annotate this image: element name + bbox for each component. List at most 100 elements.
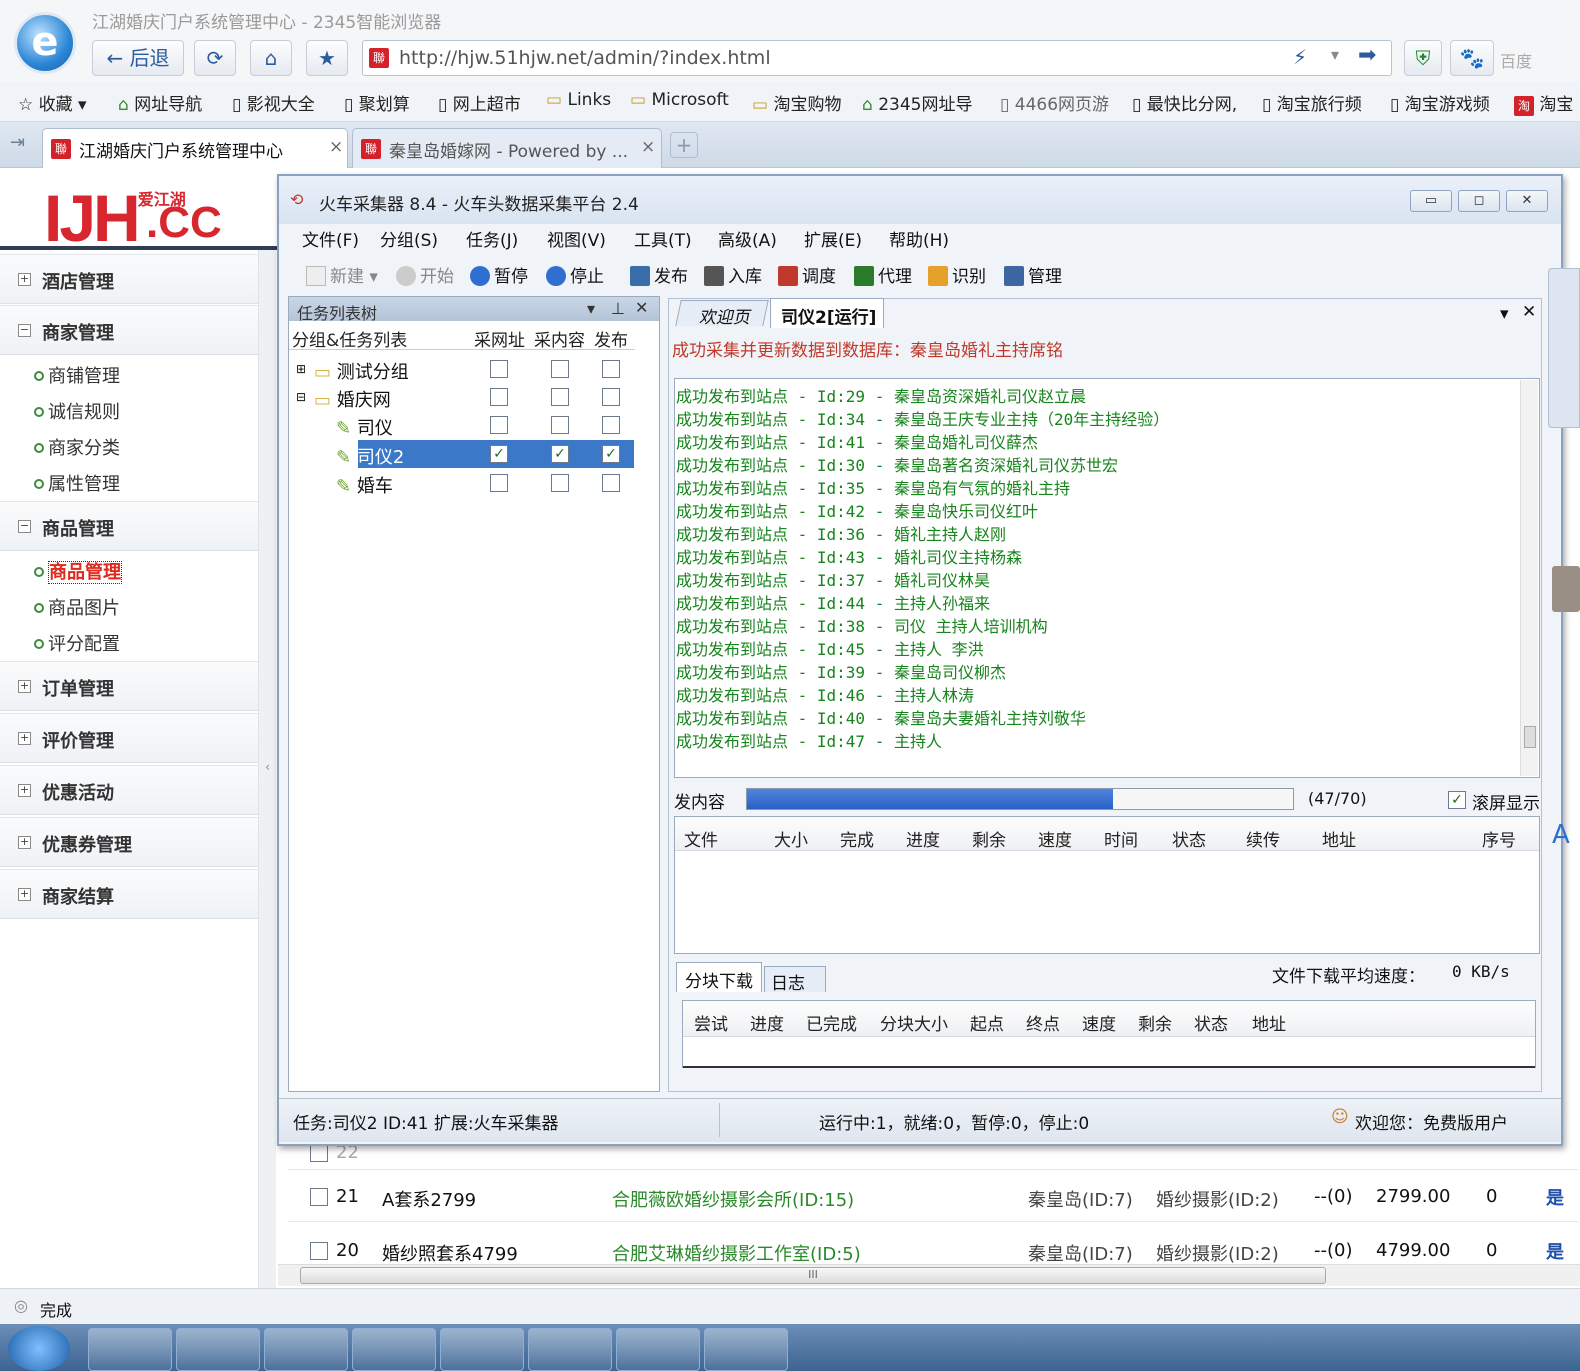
menu-reviews[interactable]: + 评价管理 bbox=[0, 713, 262, 763]
menu-task[interactable]: 任务(J) bbox=[466, 226, 518, 251]
favorites-item[interactable]: ▯ 淘宝旅行频 bbox=[1262, 90, 1362, 115]
taskbar-ie[interactable] bbox=[352, 1328, 436, 1371]
expand-icon[interactable]: ⊞ bbox=[296, 362, 306, 376]
scroll-display-checkbox[interactable]: ✓ bbox=[1448, 791, 1466, 809]
taskbar-media[interactable] bbox=[264, 1328, 348, 1371]
tab-welcome[interactable]: 欢迎页 bbox=[675, 300, 769, 328]
taskbar-photo[interactable] bbox=[704, 1328, 788, 1371]
browser-tab-active[interactable]: 聯 江湖婚庆门户系统管理中心 × bbox=[42, 128, 348, 168]
col-remaining[interactable]: 剩余 bbox=[972, 826, 1006, 851]
checkbox-url[interactable] bbox=[490, 360, 508, 378]
pin-icon[interactable]: ⊥ bbox=[611, 299, 625, 318]
favorites-item[interactable]: ▯ 4466网页游 bbox=[1000, 90, 1109, 115]
favorites-item[interactable]: ▯ 网上超市 bbox=[438, 90, 521, 115]
manage-button[interactable]: 管理 bbox=[1004, 262, 1062, 287]
menu-extend[interactable]: 扩展(E) bbox=[804, 226, 862, 251]
favorites-item[interactable]: ▯ 最快比分网, bbox=[1132, 90, 1237, 115]
row-checkbox[interactable] bbox=[310, 1144, 328, 1162]
close-icon[interactable]: ✕ bbox=[635, 298, 648, 317]
tree-col-url[interactable]: 采网址 bbox=[474, 326, 525, 351]
col-chunk-size[interactable]: 分块大小 bbox=[880, 1010, 948, 1035]
side-avatar[interactable] bbox=[1552, 566, 1580, 612]
checkbox-content[interactable]: ✓ bbox=[551, 445, 569, 463]
collapse-icon[interactable]: ⊟ bbox=[296, 390, 306, 404]
tab-log[interactable]: 日志 bbox=[764, 966, 826, 994]
col-progress[interactable]: 进度 bbox=[750, 1010, 784, 1035]
taskbar-win[interactable] bbox=[528, 1328, 612, 1371]
row-flag[interactable]: 是 bbox=[1546, 1238, 1564, 1264]
col-done[interactable]: 完成 bbox=[840, 826, 874, 851]
tree-col-publish[interactable]: 发布 bbox=[594, 326, 628, 351]
close-icon[interactable]: × bbox=[329, 137, 343, 157]
import-button[interactable]: 入库 bbox=[704, 262, 762, 287]
checkbox-publish[interactable] bbox=[602, 360, 620, 378]
home-icon[interactable]: ⌂ bbox=[250, 40, 292, 76]
menu-hotel[interactable]: + 酒店管理 bbox=[0, 254, 262, 304]
tree-node-wedding[interactable]: ▭ 婚庆网 bbox=[314, 386, 391, 412]
start-button[interactable] bbox=[8, 1326, 70, 1371]
menu-coupons[interactable]: + 优惠券管理 bbox=[0, 817, 262, 867]
tab-close-icon[interactable]: ✕ bbox=[1522, 302, 1536, 322]
favorites-item[interactable]: ▭ Links bbox=[546, 90, 611, 110]
search-input[interactable]: 百度 bbox=[1500, 48, 1532, 72]
taskbar-qq[interactable] bbox=[440, 1328, 524, 1371]
row-flag[interactable]: 是 bbox=[1546, 1184, 1564, 1210]
lightning-icon[interactable]: ⚡ bbox=[1293, 45, 1307, 69]
tab-menu-icon[interactable]: ▾ bbox=[1500, 304, 1509, 324]
col-index[interactable]: 序号 bbox=[1482, 826, 1516, 851]
tree-col-content[interactable]: 采内容 bbox=[534, 326, 585, 351]
row-shop-link[interactable]: 合肥艾琳婚纱摄影工作室(ID:5) bbox=[612, 1240, 861, 1266]
taskbar-folder[interactable] bbox=[176, 1328, 260, 1371]
table-row[interactable]: 21 A套系2799 合肥薇欧婚纱摄影会所(ID:15) 秦皇岛(ID:7) 婚… bbox=[288, 1170, 1578, 1222]
col-end[interactable]: 终点 bbox=[1026, 1010, 1060, 1035]
col-completed[interactable]: 已完成 bbox=[806, 1010, 857, 1035]
pause-button[interactable]: 暂停 bbox=[470, 262, 528, 287]
checkbox-publish[interactable] bbox=[602, 474, 620, 492]
scrollbar-thumb[interactable]: III bbox=[300, 1267, 1326, 1284]
tree-node-mc2[interactable]: ✎ 司仪2 bbox=[336, 443, 404, 469]
stop-button[interactable]: 停止 bbox=[546, 262, 604, 287]
favorites-item[interactable]: ▯ 淘宝游戏频 bbox=[1390, 90, 1490, 115]
menu-merchant[interactable]: − 商家管理 bbox=[0, 305, 262, 355]
publish-button[interactable]: 发布 bbox=[630, 262, 688, 287]
col-address[interactable]: 地址 bbox=[1322, 826, 1356, 851]
search-engine-icon[interactable]: 🐾 bbox=[1450, 40, 1494, 76]
checkbox-publish[interactable] bbox=[602, 388, 620, 406]
col-status[interactable]: 状态 bbox=[1172, 826, 1206, 851]
submenu-shop[interactable]: 商铺管理 bbox=[34, 362, 120, 388]
col-progress[interactable]: 进度 bbox=[906, 826, 940, 851]
favorites-item[interactable]: ▭ 淘宝购物 bbox=[752, 90, 841, 115]
menu-promotions[interactable]: + 优惠活动 bbox=[0, 765, 262, 815]
tree-col-name[interactable]: 分组&任务列表 bbox=[292, 326, 407, 351]
tree-node-test[interactable]: ▭ 测试分组 bbox=[314, 358, 409, 384]
col-remaining[interactable]: 剩余 bbox=[1138, 1010, 1172, 1035]
col-time[interactable]: 时间 bbox=[1104, 826, 1138, 851]
new-button[interactable]: 新建 ▾ bbox=[306, 262, 378, 287]
submenu-category[interactable]: 商家分类 bbox=[34, 434, 120, 460]
row-checkbox[interactable] bbox=[310, 1188, 328, 1206]
favorites-item[interactable]: ▯ 影视大全 bbox=[232, 90, 315, 115]
log-scrollbar[interactable] bbox=[1520, 380, 1538, 776]
font-icon[interactable]: A bbox=[1552, 820, 1570, 850]
sidebar-collapse-handle[interactable]: ‹ bbox=[258, 250, 276, 1288]
tab-chunk-download[interactable]: 分块下载 bbox=[676, 962, 762, 992]
checkbox-url[interactable]: ✓ bbox=[490, 445, 508, 463]
star-icon[interactable]: ★ bbox=[306, 40, 348, 76]
favorites-item[interactable]: ▭ Microsoft bbox=[630, 90, 729, 110]
horizontal-scrollbar[interactable]: III bbox=[278, 1264, 1580, 1286]
checkbox-url[interactable] bbox=[490, 388, 508, 406]
menu-file[interactable]: 文件(F) bbox=[302, 226, 359, 251]
browser-tab[interactable]: 聯 秦皇岛婚嫁网 - Powered by ... × bbox=[352, 128, 662, 168]
checkbox-url[interactable] bbox=[490, 474, 508, 492]
menu-orders[interactable]: + 订单管理 bbox=[0, 661, 262, 711]
address-bar[interactable]: 聯 http://hjw.51hjw.net/admin/?index.html… bbox=[362, 40, 1392, 76]
submenu-images[interactable]: 商品图片 bbox=[34, 594, 120, 620]
sidebar-toggle-icon[interactable]: ⇥ bbox=[10, 132, 25, 153]
tree-node-mc[interactable]: ✎ 司仪 bbox=[336, 414, 393, 440]
col-status[interactable]: 状态 bbox=[1194, 1010, 1228, 1035]
submenu-goods-active[interactable]: 商品管理 bbox=[34, 558, 122, 584]
col-resume[interactable]: 续传 bbox=[1246, 826, 1280, 851]
col-size[interactable]: 大小 bbox=[774, 826, 808, 851]
scrollbar-thumb[interactable] bbox=[1524, 726, 1536, 748]
menu-help[interactable]: 帮助(H) bbox=[889, 226, 949, 251]
